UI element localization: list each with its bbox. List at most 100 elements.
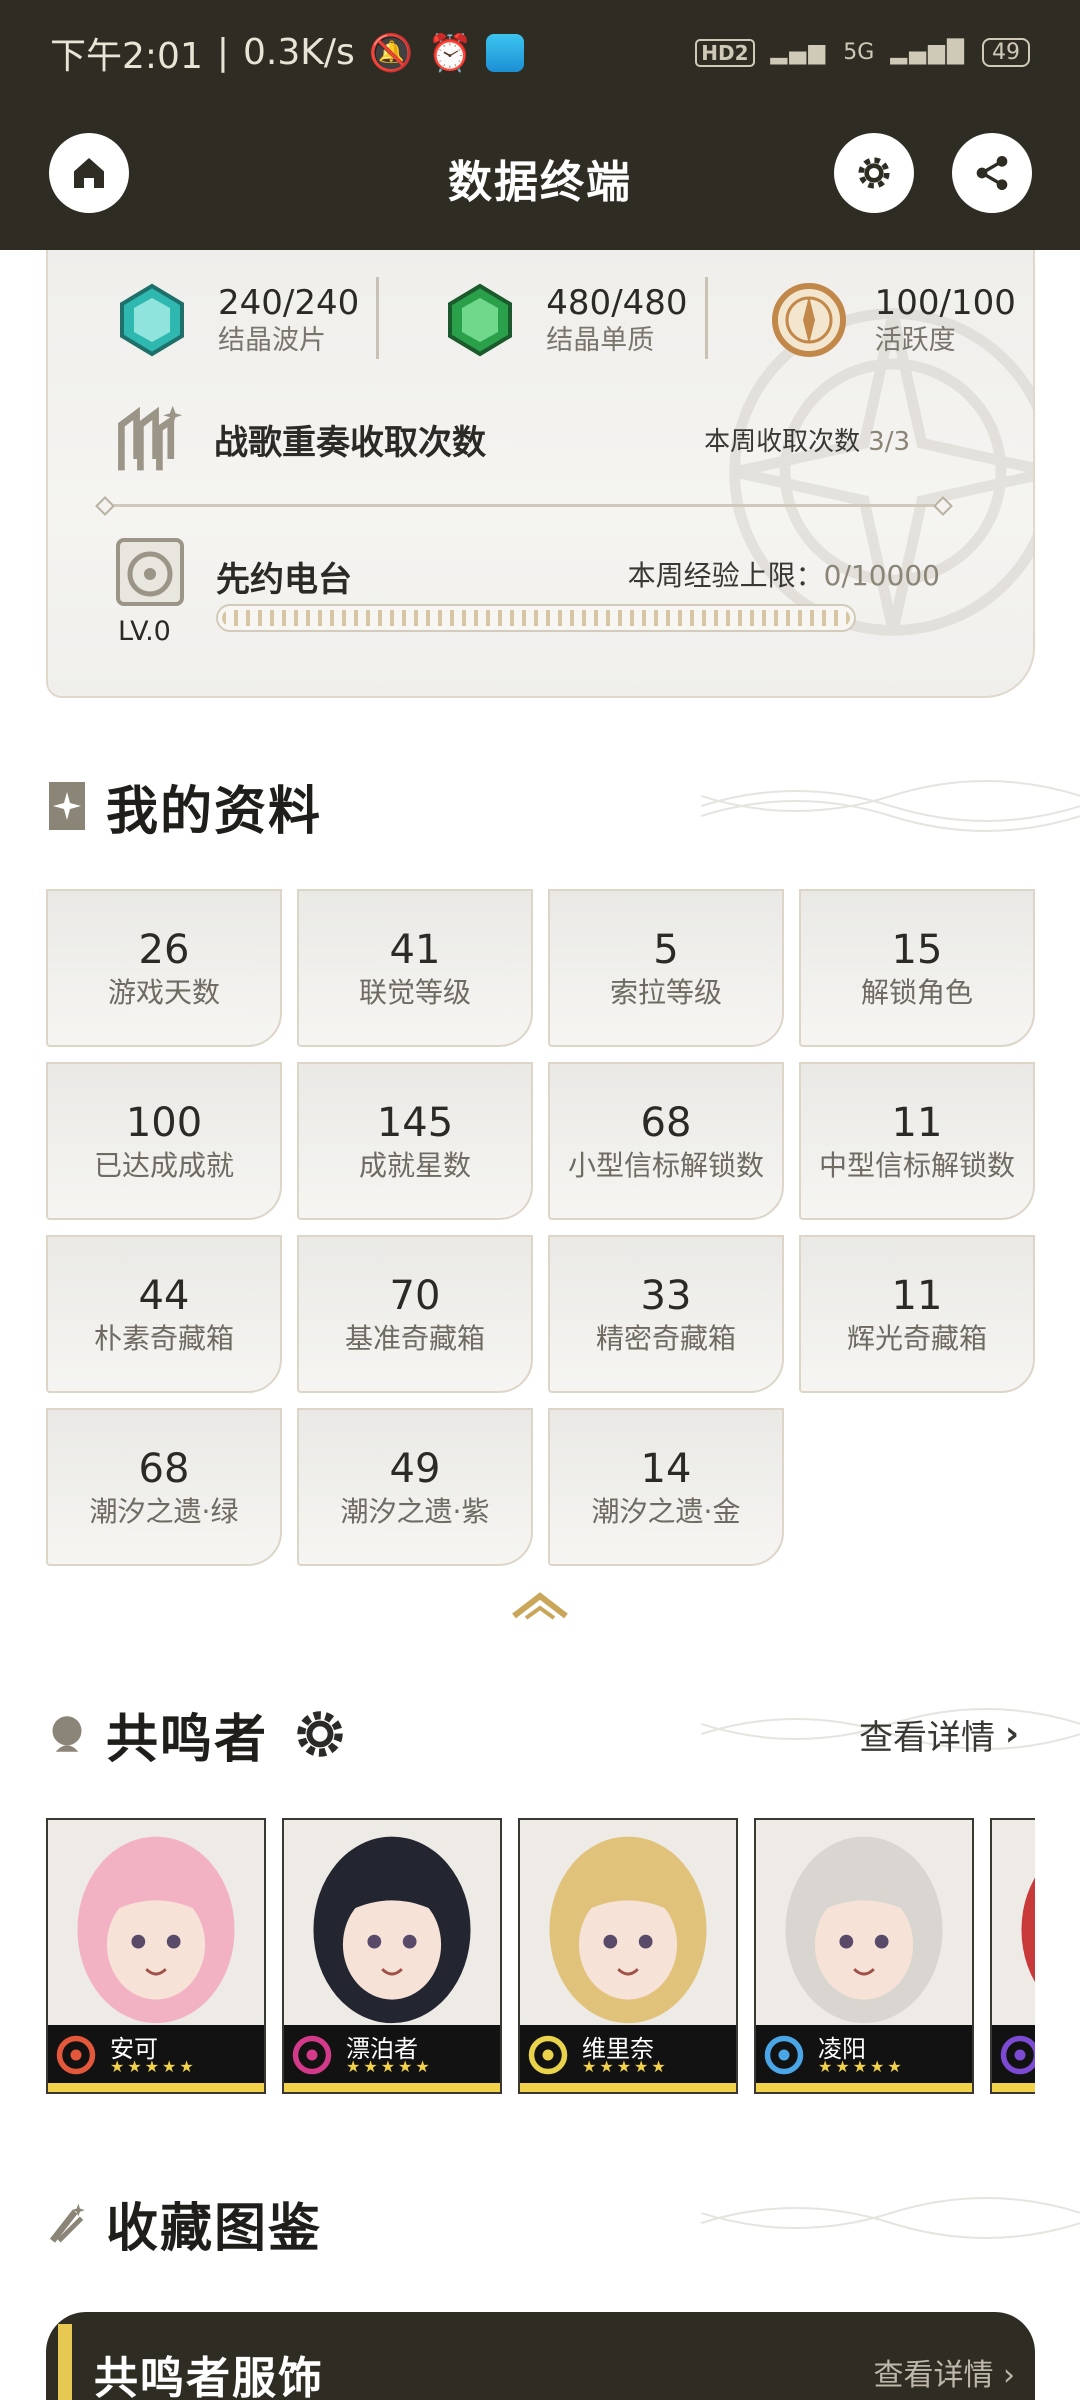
stat-label: 辉光奇藏箱 bbox=[846, 1322, 987, 1355]
resource-value: 100/100 bbox=[874, 282, 1016, 323]
resource-crystal-solute: 480/480 结晶单质 bbox=[376, 272, 704, 367]
resonator-nameplate: 维里奈 ★★★★★ bbox=[520, 2025, 736, 2085]
music-note-icon bbox=[118, 405, 183, 470]
resonator-nameplate: 凌阳 ★★★★★ bbox=[756, 2025, 972, 2085]
stat-label: 联觉等级 bbox=[358, 976, 471, 1009]
havoc-icon bbox=[1000, 2035, 1035, 2075]
resonator-card[interactable]: 安可 ★★★★★ bbox=[46, 1818, 266, 2094]
signal-icon: ▂▄▆ bbox=[770, 40, 828, 65]
stat-label: 精密奇藏箱 bbox=[595, 1322, 736, 1355]
stat-label: 潮汐之遗·金 bbox=[591, 1495, 741, 1528]
rarity-stars: ★★★★★ bbox=[582, 2057, 669, 2076]
profile-section-header: 我的资料 bbox=[46, 766, 1080, 846]
top-bar: 下午2:01 | 0.3K/s 🔕 ⏰ HD2 ▂▄▆ 5G ▂▄▆█ 49 数… bbox=[0, 0, 1080, 250]
stat-label: 朴素奇藏箱 bbox=[93, 1322, 234, 1355]
resource-row: 240/240 结晶波片 480/480 结晶单质 100/100 活跃度 bbox=[48, 272, 1033, 367]
stat-tile: 100 已达成成就 bbox=[46, 1062, 282, 1220]
resonators-section-header: 共鸣者 查看详情 › bbox=[46, 1694, 1080, 1774]
stat-label: 解锁角色 bbox=[860, 976, 973, 1009]
resonator-card[interactable]: 维里奈 ★★★★★ bbox=[518, 1818, 738, 2094]
collapse-chevron-icon[interactable] bbox=[510, 1590, 570, 1620]
feather-sparkle-icon bbox=[49, 2203, 85, 2243]
app-header: 数据终端 bbox=[0, 105, 1080, 250]
resonator-nameplate: 安可 ★★★★★ bbox=[48, 2025, 264, 2085]
stat-label: 已达成成就 bbox=[93, 1149, 234, 1182]
radio-progress-bar bbox=[216, 604, 856, 632]
net-type: 5G bbox=[843, 40, 875, 65]
resonator-card[interactable]: 凌阳 ★★★★★ bbox=[754, 1818, 974, 2094]
stat-tile: 33 精密奇藏箱 bbox=[548, 1235, 784, 1393]
settings-button[interactable] bbox=[834, 133, 914, 213]
stat-tile: 26 游戏天数 bbox=[46, 889, 282, 1047]
gear-icon[interactable] bbox=[292, 1706, 348, 1762]
gear-icon bbox=[858, 157, 890, 189]
decor-waves bbox=[701, 2197, 1080, 2239]
battle-song-count-label: 本周收取次数 bbox=[704, 427, 861, 457]
daily-data-card: 240/240 结晶波片 480/480 结晶单质 100/100 活跃度 战歌… bbox=[46, 230, 1035, 698]
stat-value: 70 bbox=[389, 1273, 441, 1319]
status-time: 下午2:01 bbox=[50, 35, 203, 77]
hd-badge: HD2 bbox=[695, 38, 755, 67]
radio-row: LV.0 先约电台 本周经验上限：0/10000 bbox=[110, 532, 940, 672]
stat-tile: 70 基准奇藏箱 bbox=[297, 1235, 533, 1393]
status-network-speed: 0.3K/s bbox=[242, 32, 355, 73]
battery-level: 49 bbox=[982, 38, 1030, 67]
rarity-gold-strip bbox=[756, 2083, 972, 2092]
home-button[interactable] bbox=[49, 133, 129, 213]
stat-value: 33 bbox=[640, 1273, 692, 1319]
radio-exp-label: 本周经验上限： bbox=[627, 559, 824, 592]
resonator-card[interactable]: 漂泊者 ★★★★★ bbox=[282, 1818, 502, 2094]
stat-value: 44 bbox=[138, 1273, 190, 1319]
stat-value: 68 bbox=[138, 1446, 190, 1492]
resource-label: 结晶单质 bbox=[546, 324, 655, 356]
collection-section-header: 收藏图鉴 bbox=[46, 2183, 1080, 2263]
stat-label: 成就星数 bbox=[358, 1149, 471, 1182]
stat-tile: 145 成就星数 bbox=[297, 1062, 533, 1220]
card-divider bbox=[104, 504, 944, 507]
spectro-icon bbox=[528, 2035, 568, 2075]
section-title: 共鸣者 bbox=[106, 1709, 269, 1770]
stat-tile: 44 朴素奇藏箱 bbox=[46, 1235, 282, 1393]
resonator-portrait bbox=[48, 1821, 264, 2024]
rarity-gold-strip bbox=[284, 2083, 500, 2092]
stat-value: 5 bbox=[653, 927, 679, 973]
resource-crystal-wave: 240/240 结晶波片 bbox=[48, 272, 376, 367]
crystal-wave-icon bbox=[120, 283, 184, 356]
radio-exp-value: 0/10000 bbox=[823, 559, 940, 592]
battle-song-count-value: 3/3 bbox=[868, 427, 910, 457]
outfit-title: 共鸣者服饰 bbox=[94, 2353, 324, 2400]
resonator-card[interactable] bbox=[990, 1818, 1035, 2094]
resonator-portrait bbox=[756, 1821, 972, 2024]
signal-5g-icon: ▂▄▆█ bbox=[890, 40, 966, 65]
radio-level: LV.0 bbox=[118, 616, 171, 647]
stat-tile: 14 潮汐之遗·金 bbox=[548, 1408, 784, 1566]
share-button[interactable] bbox=[952, 133, 1032, 213]
battle-song-row: 战歌重奏收取次数 本周收取次数 3/3 bbox=[110, 392, 910, 487]
chevron-right-icon: › bbox=[1003, 2358, 1015, 2393]
accent-bar bbox=[58, 2324, 72, 2400]
stat-label: 潮汐之遗·紫 bbox=[340, 1495, 490, 1528]
resonator-list: 安可 ★★★★★ 漂泊者 ★★★★★ 维里奈 ★★★★★ 凌阳 ★★★★★ bbox=[46, 1818, 1035, 2094]
stat-label: 索拉等级 bbox=[609, 976, 722, 1009]
home-icon bbox=[74, 158, 104, 188]
stat-label: 潮汐之遗·绿 bbox=[89, 1495, 239, 1528]
stat-tile: 5 索拉等级 bbox=[548, 889, 784, 1047]
havoc-icon bbox=[292, 2035, 332, 2075]
resonator-outfit-card[interactable]: 共鸣者服饰 查看详情 › bbox=[46, 2312, 1035, 2400]
crystal-solute-icon bbox=[448, 283, 513, 356]
resonator-portrait bbox=[284, 1821, 500, 2024]
resonator-portrait bbox=[520, 1821, 736, 2024]
radio-icon bbox=[116, 538, 184, 606]
rarity-stars: ★★★★★ bbox=[110, 2057, 197, 2076]
outfit-view-details-link[interactable]: 查看详情 › bbox=[873, 2350, 1015, 2394]
section-title: 收藏图鉴 bbox=[106, 2198, 323, 2259]
stat-tile: 11 辉光奇藏箱 bbox=[799, 1235, 1035, 1393]
rarity-gold-strip bbox=[992, 2083, 1035, 2092]
resonators-view-details-link[interactable]: 查看详情 › bbox=[859, 1710, 1035, 1759]
page-title: 数据终端 bbox=[448, 156, 632, 208]
stat-label: 中型信标解锁数 bbox=[818, 1149, 1015, 1182]
stat-value: 100 bbox=[125, 1100, 203, 1146]
stat-label: 小型信标解锁数 bbox=[567, 1149, 764, 1182]
section-title: 我的资料 bbox=[106, 781, 323, 842]
radio-title: 先约电台 bbox=[216, 560, 352, 600]
